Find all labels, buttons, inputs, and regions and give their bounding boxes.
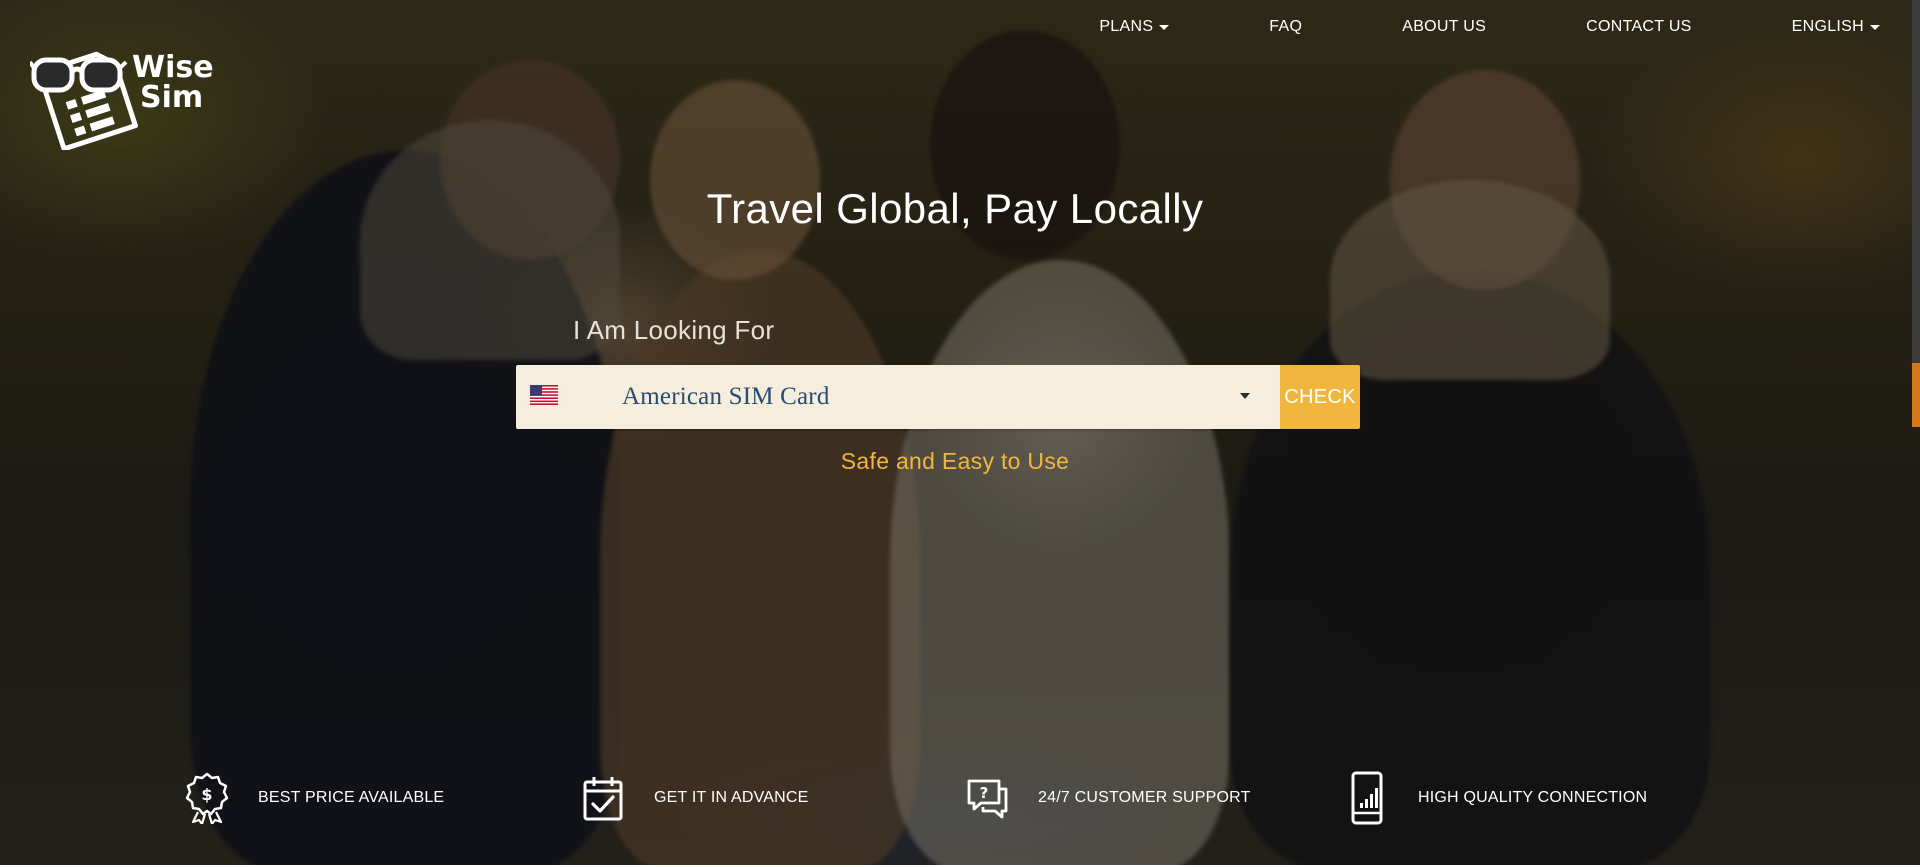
nav-item-contact-us[interactable]: CONTACT US xyxy=(1586,14,1692,40)
svg-text:?: ? xyxy=(980,784,989,802)
scrollbar[interactable] xyxy=(1912,0,1920,427)
check-button[interactable]: CHECK xyxy=(1280,365,1360,429)
looking-for-label: I Am Looking For xyxy=(573,315,775,345)
tagline: Safe and Easy to Use xyxy=(840,448,1070,474)
nav-item-label: PLANS xyxy=(1099,18,1154,35)
feature-get-in-advance: GET IT IN ADVANCE xyxy=(580,772,809,824)
feature-best-price: $ BEST PRICE AVAILABLE xyxy=(184,772,444,824)
hero-dark-overlay xyxy=(0,0,1920,867)
feature-label: HIGH QUALITY CONNECTION xyxy=(1418,789,1648,806)
selected-sim-card: American SIM Card xyxy=(622,383,830,410)
page: Wise Sim PLANS FAQ ABOUT US CONTACT US E… xyxy=(0,0,1920,867)
nav-item-label: CONTACT US xyxy=(1586,18,1692,35)
caret-down-icon xyxy=(1870,24,1880,30)
sim-search-form: American SIM Card CHECK xyxy=(516,365,1360,429)
nav-item-about-us[interactable]: ABOUT US xyxy=(1402,14,1486,40)
feature-label: 24/7 CUSTOMER SUPPORT xyxy=(1038,789,1251,806)
language-label: ENGLISH xyxy=(1791,18,1864,35)
feature-label: BEST PRICE AVAILABLE xyxy=(258,789,445,806)
main-nav: PLANS FAQ ABOUT US CONTACT US ENGLISH xyxy=(1099,14,1880,40)
phone-signal-icon xyxy=(1344,771,1390,825)
svg-text:$: $ xyxy=(201,785,212,804)
feature-customer-support: ? 24/7 CUSTOMER SUPPORT xyxy=(964,772,1251,824)
price-badge-icon: $ xyxy=(184,772,230,824)
nav-item-label: ABOUT US xyxy=(1402,18,1487,35)
calendar-check-icon xyxy=(580,772,626,824)
caret-down-icon xyxy=(1240,393,1250,399)
nav-item-plans[interactable]: PLANS xyxy=(1099,14,1170,40)
chat-question-icon: ? xyxy=(964,772,1010,824)
logo-text-line2: Sim xyxy=(140,80,204,115)
sim-card-select[interactable]: American SIM Card xyxy=(516,365,1280,429)
us-flag-icon xyxy=(530,385,558,405)
feature-label: GET IT IN ADVANCE xyxy=(654,789,809,806)
hero-background-image xyxy=(0,0,1920,867)
nav-item-label: FAQ xyxy=(1269,18,1303,35)
feature-connection: HIGH QUALITY CONNECTION xyxy=(1344,771,1648,825)
caret-down-icon xyxy=(1159,24,1170,30)
hero-title: Travel Global, Pay Locally xyxy=(706,185,1204,232)
language-selector[interactable]: ENGLISH xyxy=(1792,14,1880,40)
nav-item-faq[interactable]: FAQ xyxy=(1269,14,1302,40)
logo[interactable]: Wise Sim xyxy=(28,30,214,152)
